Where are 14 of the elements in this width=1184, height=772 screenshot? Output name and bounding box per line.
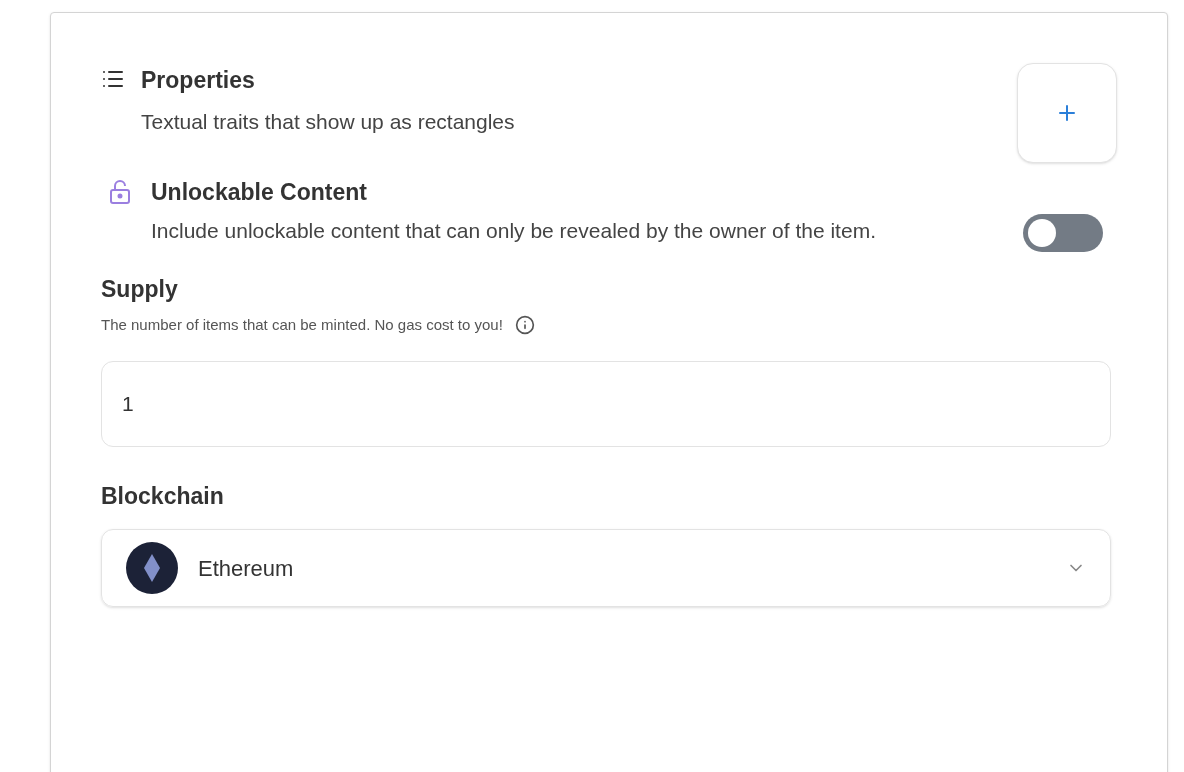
field-label: Blockchain: [101, 481, 225, 511]
info-icon[interactable]: [514, 315, 535, 336]
select-value: Ethereum: [198, 554, 295, 583]
blockchain-select[interactable]: Ethereum: [101, 529, 1111, 607]
supply-field[interactable]: 1: [101, 360, 1111, 447]
section-title: Unlockable Content: [151, 178, 368, 207]
field-hint: The number of items that can be minted. No gas cost to you!: [101, 315, 503, 335]
diamond-logo-icon: [126, 542, 178, 594]
section-title: Properties: [141, 66, 256, 95]
toggle-switch[interactable]: [1023, 213, 1103, 252]
section-description: Textual traits that show up as rectangles: [141, 108, 515, 135]
field-label: Supply: [101, 274, 179, 304]
section-description: Include unlockable content that can only be revealed by the owner of the item.: [151, 217, 877, 244]
padlock-icon: [109, 179, 131, 205]
